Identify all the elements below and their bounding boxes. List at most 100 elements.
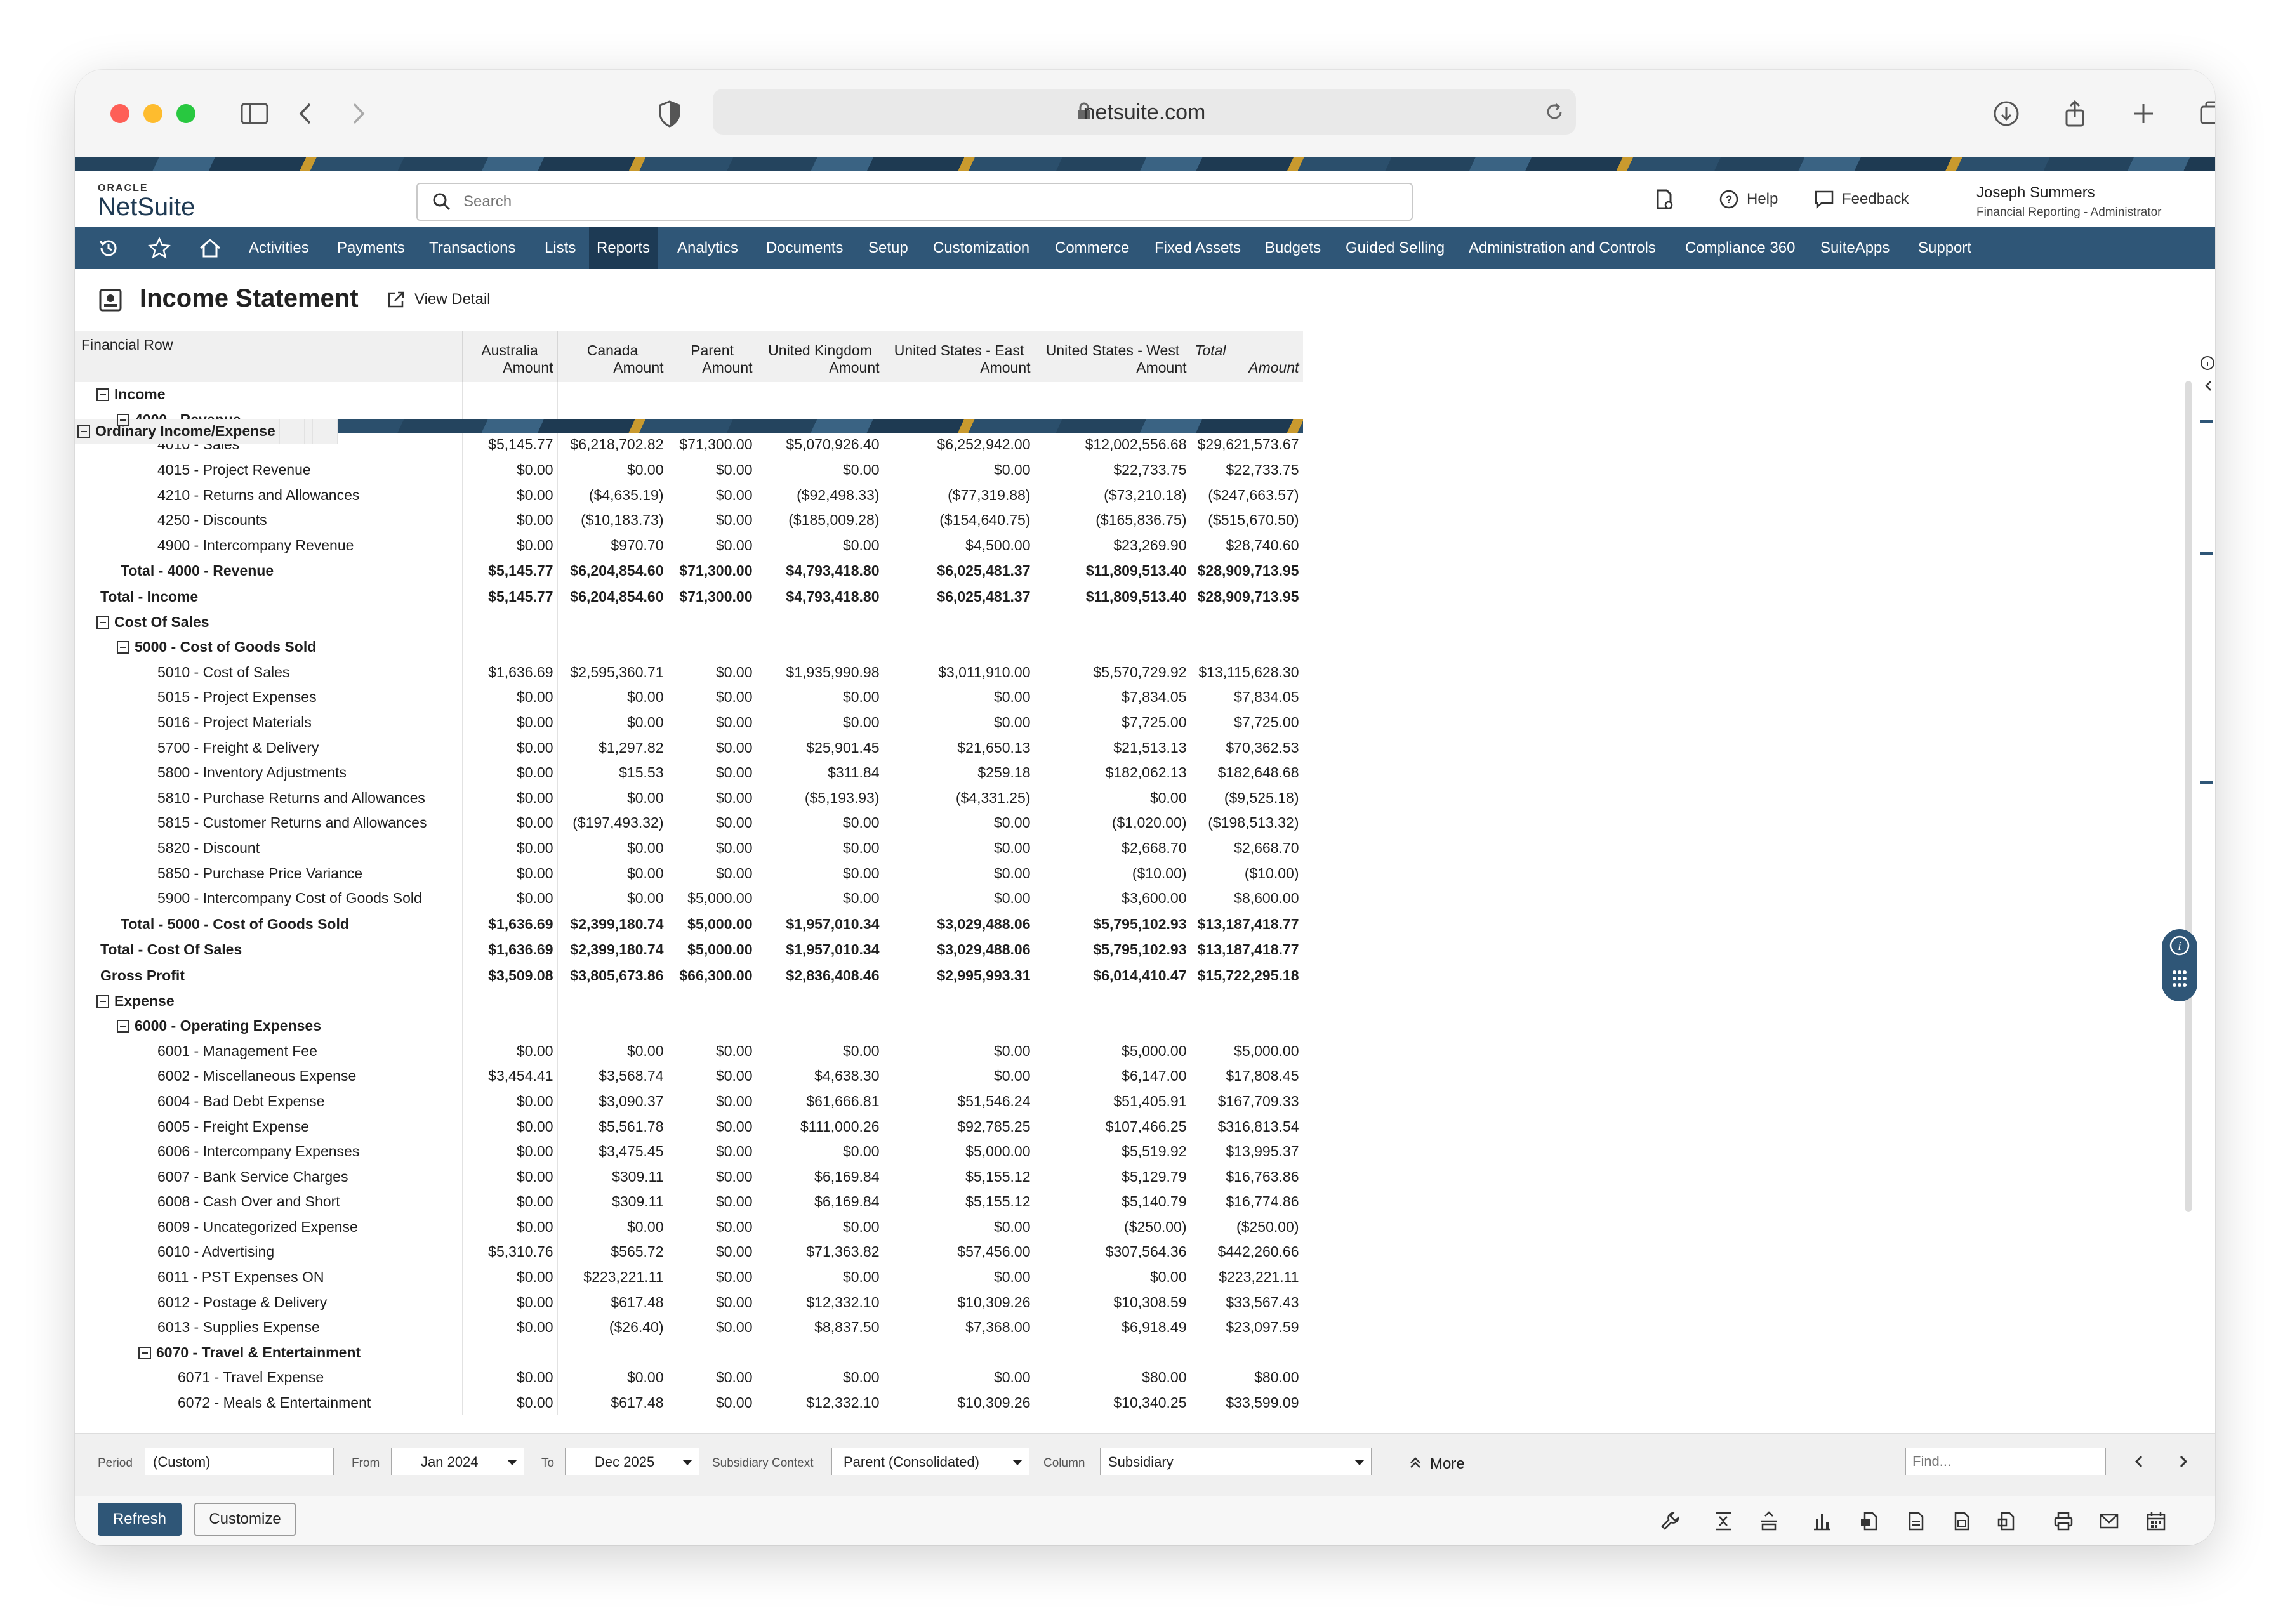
- amount-cell[interactable]: $7,725.00: [1191, 710, 1303, 736]
- amount-cell[interactable]: $0.00: [462, 482, 558, 508]
- amount-cell[interactable]: $0.00: [884, 457, 1035, 483]
- amount-cell[interactable]: $10,340.25: [1035, 1390, 1191, 1416]
- amount-cell[interactable]: $0.00: [462, 685, 558, 710]
- amount-cell[interactable]: $0.00: [557, 885, 668, 911]
- amount-cell[interactable]: $0.00: [462, 1264, 558, 1290]
- find-input[interactable]: [1905, 1448, 2106, 1475]
- amount-cell[interactable]: $970.70: [557, 532, 668, 558]
- amount-cell[interactable]: $0.00: [668, 810, 757, 836]
- amount-cell[interactable]: $15.53: [557, 760, 668, 786]
- amount-cell[interactable]: $0.00: [757, 1264, 884, 1290]
- amount-cell[interactable]: $0.00: [462, 507, 558, 533]
- collapse-toggle-icon[interactable]: [96, 616, 109, 629]
- row-label[interactable]: 5010 - Cost of Sales: [157, 664, 289, 680]
- row-label[interactable]: 4900 - Intercompany Revenue: [157, 537, 354, 553]
- amount-cell[interactable]: $0.00: [668, 659, 757, 685]
- row-label[interactable]: 5016 - Project Materials: [157, 714, 312, 730]
- amount-cell[interactable]: $0.00: [757, 710, 884, 736]
- chart-icon[interactable]: [1811, 1510, 1833, 1532]
- amount-cell[interactable]: $0.00: [757, 1139, 884, 1165]
- print-icon[interactable]: [2053, 1510, 2074, 1532]
- sidebar-toggle-icon[interactable]: [239, 98, 270, 129]
- favorites-star-icon[interactable]: [147, 236, 171, 260]
- amount-cell[interactable]: $0.00: [557, 710, 668, 736]
- amount-cell[interactable]: ($515,670.50): [1191, 507, 1303, 533]
- amount-cell[interactable]: $3,454.41: [462, 1064, 558, 1089]
- address-bar[interactable]: netsuite.com: [713, 89, 1576, 135]
- user-name[interactable]: Joseph Summers: [1976, 184, 2095, 202]
- amount-cell[interactable]: $0.00: [757, 1038, 884, 1064]
- amount-cell[interactable]: $23,097.59: [1191, 1314, 1303, 1340]
- amount-cell[interactable]: $0.00: [884, 1038, 1035, 1064]
- amount-cell[interactable]: $0.00: [884, 1365, 1035, 1390]
- amount-cell[interactable]: $0.00: [462, 885, 558, 911]
- amount-cell[interactable]: $0.00: [462, 1189, 558, 1215]
- row-label[interactable]: 6071 - Travel Expense: [178, 1369, 324, 1385]
- amount-cell[interactable]: $0.00: [884, 1214, 1035, 1240]
- feedback-link[interactable]: Feedback: [1842, 190, 1909, 208]
- amount-cell[interactable]: $0.00: [668, 1164, 757, 1189]
- amount-cell[interactable]: $3,011,910.00: [884, 659, 1035, 685]
- customize-button[interactable]: Customize: [194, 1503, 296, 1536]
- amount-cell[interactable]: $0.00: [557, 861, 668, 886]
- amount-cell[interactable]: $0.00: [462, 1365, 558, 1390]
- amount-cell[interactable]: ($165,836.75): [1035, 507, 1191, 533]
- help-icon[interactable]: ?: [1717, 188, 1740, 211]
- user-role[interactable]: Financial Reporting - Administrator: [1976, 206, 2161, 220]
- amount-cell[interactable]: ($250.00): [1191, 1214, 1303, 1240]
- amount-cell[interactable]: $0.00: [668, 1064, 757, 1089]
- nav-guided-selling[interactable]: Guided Selling: [1343, 227, 1447, 269]
- amount-cell[interactable]: $223,221.11: [1191, 1264, 1303, 1290]
- amount-cell[interactable]: $0.00: [557, 1365, 668, 1390]
- amount-cell[interactable]: ($197,493.32): [557, 810, 668, 836]
- amount-cell[interactable]: $1,297.82: [557, 735, 668, 760]
- row-label[interactable]: 5800 - Inventory Adjustments: [157, 764, 347, 781]
- amount-cell[interactable]: ($154,640.75): [884, 507, 1035, 533]
- amount-cell[interactable]: $57,456.00: [884, 1239, 1035, 1265]
- amount-cell[interactable]: ($10.00): [1191, 861, 1303, 886]
- amount-cell[interactable]: $0.00: [668, 861, 757, 886]
- feedback-icon[interactable]: [1813, 188, 1836, 211]
- amount-cell[interactable]: $51,405.91: [1035, 1088, 1191, 1114]
- side-marker[interactable]: [2200, 781, 2213, 784]
- amount-cell[interactable]: $182,062.13: [1035, 760, 1191, 786]
- home-icon[interactable]: [198, 236, 222, 260]
- amount-cell[interactable]: $0.00: [668, 685, 757, 710]
- amount-cell[interactable]: ($185,009.28): [757, 507, 884, 533]
- view-detail-link[interactable]: View Detail: [414, 291, 491, 308]
- amount-cell[interactable]: $12,332.10: [757, 1290, 884, 1315]
- amount-cell[interactable]: $21,513.13: [1035, 735, 1191, 760]
- nav-documents[interactable]: Documents: [764, 227, 845, 269]
- amount-cell[interactable]: $0.00: [884, 810, 1035, 836]
- amount-cell[interactable]: $0.00: [668, 482, 757, 508]
- amount-cell[interactable]: $0.00: [462, 861, 558, 886]
- amount-cell[interactable]: $111,000.26: [757, 1114, 884, 1139]
- amount-cell[interactable]: $0.00: [668, 710, 757, 736]
- amount-cell[interactable]: $0.00: [668, 1264, 757, 1290]
- nav-support[interactable]: Support: [1916, 227, 1974, 269]
- amount-cell[interactable]: $0.00: [668, 760, 757, 786]
- amount-cell[interactable]: $565.72: [557, 1239, 668, 1265]
- amount-cell[interactable]: $5,000.00: [1035, 1038, 1191, 1064]
- amount-cell[interactable]: $0.00: [757, 810, 884, 836]
- amount-cell[interactable]: ($4,331.25): [884, 785, 1035, 811]
- amount-cell[interactable]: $0.00: [668, 1390, 757, 1416]
- amount-cell[interactable]: $0.00: [757, 685, 884, 710]
- collapse-toggle-icon[interactable]: [117, 413, 129, 426]
- amount-cell[interactable]: $0.00: [1035, 1264, 1191, 1290]
- nav-setup[interactable]: Setup: [866, 227, 911, 269]
- amount-cell[interactable]: $5,310.76: [462, 1239, 558, 1265]
- amount-cell[interactable]: $5,000.00: [668, 885, 757, 911]
- row-label[interactable]: 6007 - Bank Service Charges: [157, 1168, 348, 1185]
- amount-cell[interactable]: $0.00: [668, 1114, 757, 1139]
- amount-cell[interactable]: $0.00: [757, 885, 884, 911]
- amount-cell[interactable]: $6,252,942.00: [884, 432, 1035, 458]
- more-filters-button[interactable]: More: [1430, 1455, 1465, 1473]
- subsidiary-context-select[interactable]: Parent (Consolidated): [831, 1448, 1029, 1475]
- nav-lists[interactable]: Lists: [542, 227, 578, 269]
- amount-cell[interactable]: $0.00: [462, 710, 558, 736]
- amount-cell[interactable]: $0.00: [462, 1139, 558, 1165]
- expand-all-icon[interactable]: [1758, 1510, 1780, 1532]
- amount-cell[interactable]: $33,567.43: [1191, 1290, 1303, 1315]
- amount-cell[interactable]: $309.11: [557, 1164, 668, 1189]
